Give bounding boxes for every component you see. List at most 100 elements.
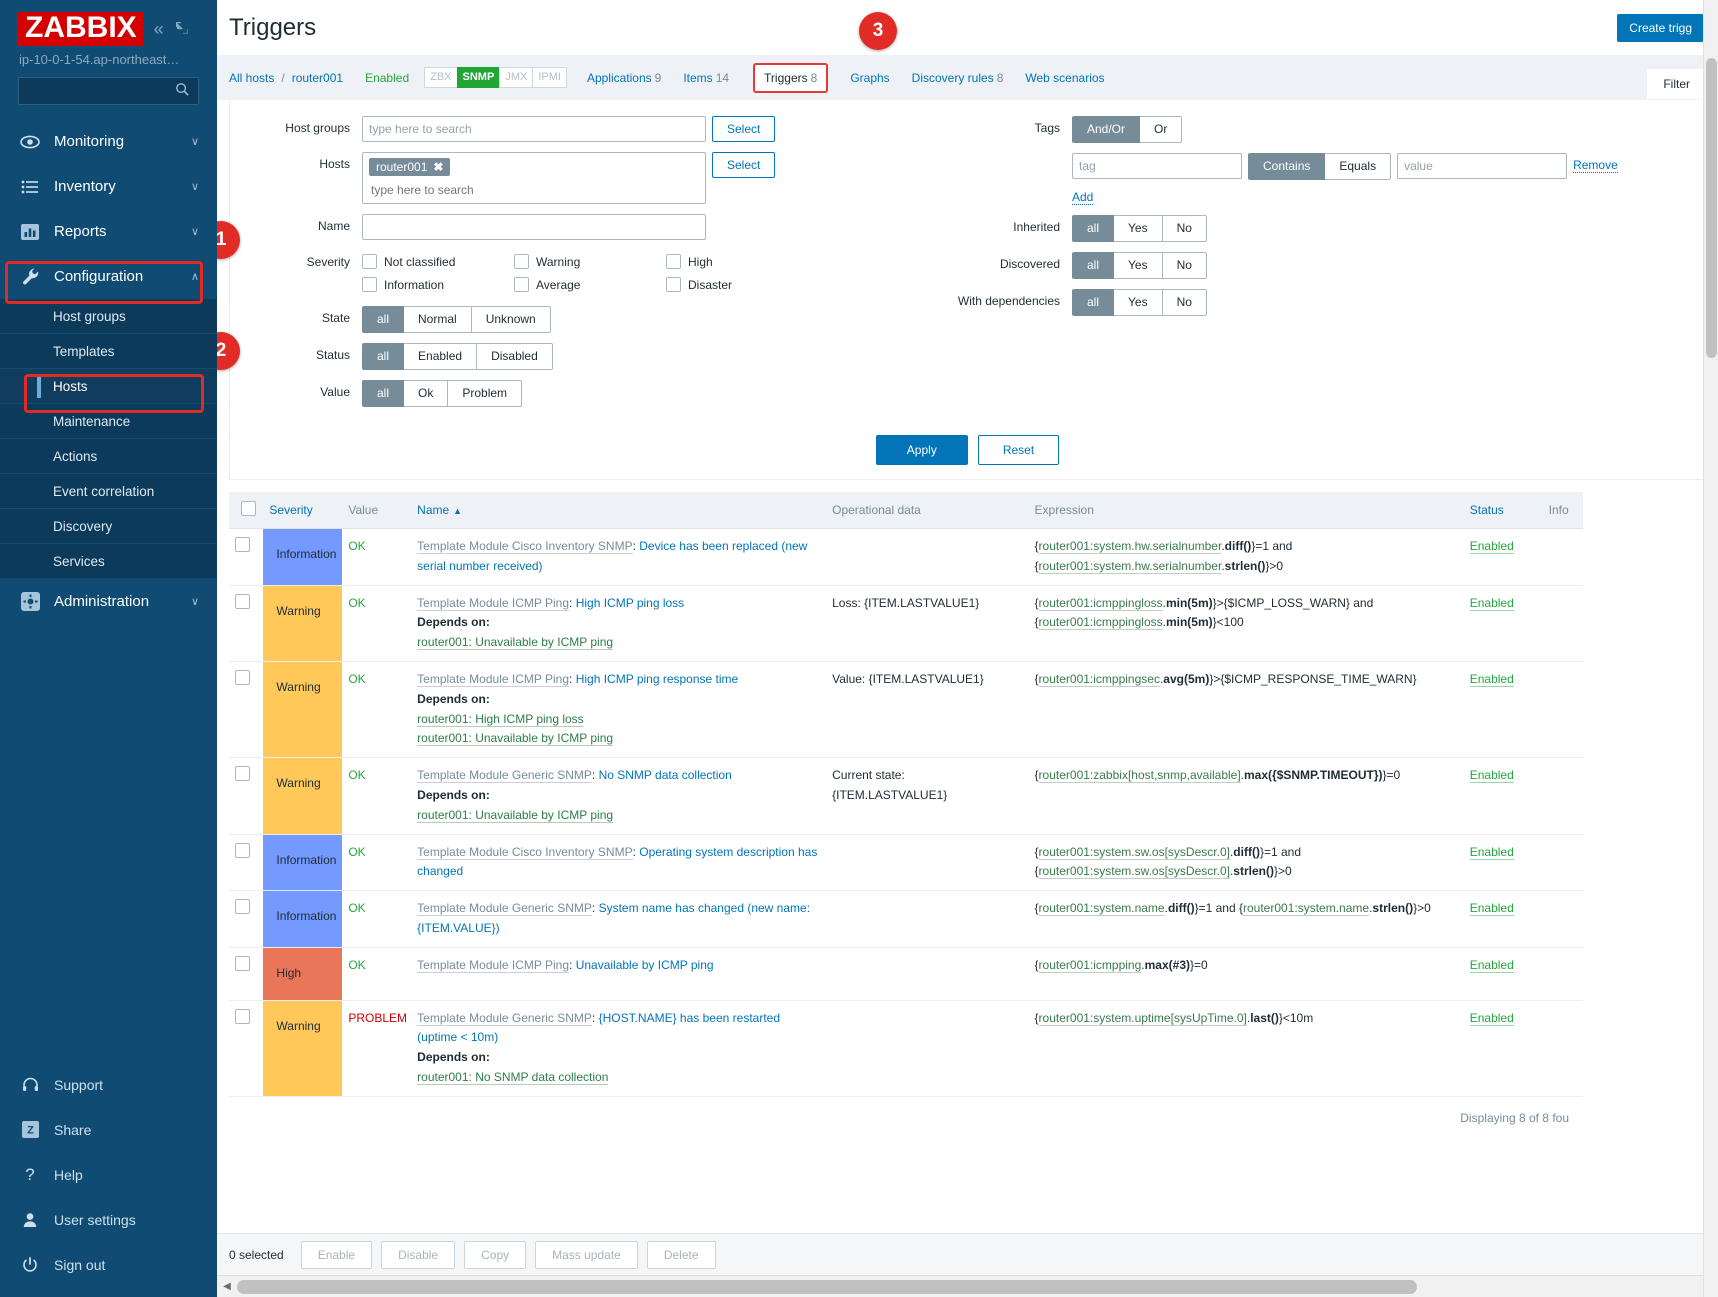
- checkbox[interactable]: [362, 277, 377, 292]
- value-option-problem[interactable]: Problem: [448, 380, 523, 407]
- tag-operator-equals[interactable]: Equals: [1325, 153, 1392, 180]
- status-link[interactable]: Enabled: [1469, 901, 1514, 917]
- horizontal-scrollbar[interactable]: ◀ ▶: [217, 1275, 1718, 1297]
- search-input[interactable]: [18, 77, 199, 105]
- close-icon[interactable]: ✖: [433, 160, 443, 174]
- delete-button[interactable]: Delete: [646, 1240, 716, 1269]
- expression-item-link[interactable]: router001:system.hw.serialnumber: [1038, 558, 1222, 574]
- tab-triggers[interactable]: Triggers 8: [753, 62, 829, 93]
- expression-item-link[interactable]: router001:icmppingloss: [1038, 615, 1163, 631]
- tags-option-or[interactable]: Or: [1140, 116, 1183, 143]
- sidebar-item-reports[interactable]: Reports ∨: [0, 209, 217, 254]
- sidebar-item-maintenance[interactable]: Maintenance: [0, 404, 217, 439]
- expression-item-link[interactable]: router001:system.uptime[sysUpTime.0]: [1038, 1010, 1247, 1026]
- tab-graphs[interactable]: Graphs: [850, 71, 889, 85]
- reset-button[interactable]: Reset: [977, 435, 1060, 465]
- sidebar-item-discovery[interactable]: Discovery: [0, 509, 217, 544]
- sidebar-item-hosts[interactable]: Hosts: [0, 369, 217, 404]
- checkbox[interactable]: [666, 254, 681, 269]
- tag-add-link[interactable]: Add: [1072, 190, 1094, 205]
- hosts-select-button[interactable]: Select: [712, 152, 776, 178]
- host-groups-select-button[interactable]: Select: [712, 116, 776, 142]
- expression-item-link[interactable]: router001:system.name: [1038, 901, 1165, 917]
- row-checkbox[interactable]: [235, 766, 250, 782]
- status-link[interactable]: Enabled: [1469, 539, 1514, 554]
- filter-tab[interactable]: Filter: [1647, 68, 1706, 99]
- vertical-scrollbar[interactable]: [1703, 0, 1718, 1297]
- dependency-link[interactable]: router001: No SNMP data collection: [417, 1069, 609, 1085]
- row-checkbox[interactable]: [235, 669, 250, 685]
- row-checkbox[interactable]: [235, 842, 250, 858]
- template-link[interactable]: Template Module Generic SNMP: [417, 1010, 592, 1026]
- tab-items[interactable]: Items 14: [683, 71, 729, 85]
- inherited-option-yes[interactable]: Yes: [1114, 215, 1163, 242]
- severity-disaster[interactable]: Disaster: [666, 273, 818, 296]
- state-option-unknown[interactable]: Unknown: [471, 306, 551, 333]
- severity-warning[interactable]: Warning: [514, 250, 666, 273]
- status-link[interactable]: Enabled: [1469, 768, 1514, 784]
- tab-web-scenarios[interactable]: Web scenarios: [1025, 71, 1104, 85]
- status-link[interactable]: Enabled: [1469, 844, 1514, 860]
- discovered-option-all[interactable]: all: [1072, 252, 1115, 279]
- sidebar-item-support[interactable]: Support: [0, 1062, 217, 1107]
- sidebar-item-share[interactable]: Z Share: [0, 1107, 217, 1152]
- column-severity[interactable]: Severity: [263, 492, 343, 529]
- template-link[interactable]: Template Module ICMP Ping: [417, 671, 570, 687]
- hosts-multiselect[interactable]: router001 ✖: [362, 152, 706, 204]
- mass-update-button[interactable]: Mass update: [535, 1240, 638, 1269]
- column-name[interactable]: Name ▲: [411, 492, 827, 529]
- chevron-double-left-icon[interactable]: «: [154, 20, 164, 38]
- inherited-option-no[interactable]: No: [1162, 215, 1207, 242]
- row-checkbox[interactable]: [235, 593, 250, 609]
- state-option-normal[interactable]: Normal: [404, 306, 472, 333]
- dependencies-option-no[interactable]: No: [1162, 289, 1207, 316]
- dependency-link[interactable]: router001: Unavailable by ICMP ping: [417, 635, 614, 651]
- sidebar-item-services[interactable]: Services: [0, 544, 217, 579]
- tag-value-input[interactable]: [1397, 153, 1568, 179]
- enable-button[interactable]: Enable: [300, 1240, 373, 1269]
- breadcrumb-host[interactable]: router001: [292, 71, 343, 85]
- discovered-option-yes[interactable]: Yes: [1114, 252, 1163, 279]
- sidebar-item-host-groups[interactable]: Host groups: [0, 299, 217, 334]
- sidebar-item-sign-out[interactable]: Sign out: [0, 1242, 217, 1287]
- discovered-option-no[interactable]: No: [1162, 252, 1207, 279]
- breadcrumb-all-hosts[interactable]: All hosts: [229, 71, 274, 85]
- select-all-checkbox[interactable]: [241, 501, 256, 516]
- template-link[interactable]: Template Module ICMP Ping: [417, 957, 570, 973]
- host-chip-router001[interactable]: router001 ✖: [369, 158, 451, 176]
- inherited-option-all[interactable]: all: [1072, 215, 1115, 242]
- row-checkbox[interactable]: [235, 1008, 250, 1024]
- sidebar-item-monitoring[interactable]: Monitoring ∨: [0, 119, 217, 164]
- status-link[interactable]: Enabled: [1469, 671, 1514, 687]
- sidebar-item-templates[interactable]: Templates: [0, 334, 217, 369]
- trigger-name-link[interactable]: Unavailable by ICMP ping: [576, 958, 714, 972]
- hscroll-track[interactable]: [237, 1276, 1698, 1297]
- dependency-link[interactable]: router001: High ICMP ping loss: [417, 711, 584, 727]
- expression-item-link[interactable]: router001:system.sw.os[sysDescr.0]: [1038, 864, 1230, 880]
- expression-item-link[interactable]: router001:system.name: [1243, 901, 1370, 917]
- trigger-name-link[interactable]: No SNMP data collection: [599, 768, 732, 782]
- checkbox[interactable]: [362, 254, 377, 269]
- state-option-all[interactable]: all: [362, 306, 405, 333]
- checkbox[interactable]: [666, 277, 681, 292]
- hscroll-thumb[interactable]: [237, 1279, 1417, 1294]
- checkbox[interactable]: [514, 277, 529, 292]
- template-link[interactable]: Template Module Generic SNMP: [417, 901, 592, 917]
- expression-item-link[interactable]: router001:zabbix[host,snmp,available]: [1038, 768, 1241, 784]
- sidebar-item-actions[interactable]: Actions: [0, 439, 217, 474]
- tags-option-and-or[interactable]: And/Or: [1072, 116, 1141, 143]
- dependency-link[interactable]: router001: Unavailable by ICMP ping: [417, 807, 614, 823]
- apply-button[interactable]: Apply: [875, 435, 968, 465]
- template-link[interactable]: Template Module Cisco Inventory SNMP: [417, 539, 633, 554]
- status-option-disabled[interactable]: Disabled: [477, 343, 553, 370]
- expression-item-link[interactable]: router001:icmppingloss: [1038, 595, 1163, 611]
- copy-button[interactable]: Copy: [464, 1240, 527, 1269]
- tag-remove-link[interactable]: Remove: [1573, 153, 1618, 173]
- severity-information[interactable]: Information: [362, 273, 514, 296]
- dependencies-option-yes[interactable]: Yes: [1114, 289, 1163, 316]
- expression-item-link[interactable]: router001:system.sw.os[sysDescr.0]: [1038, 844, 1230, 860]
- sidebar-item-help[interactable]: ? Help: [0, 1152, 217, 1197]
- expression-item-link[interactable]: router001:icmpping: [1038, 957, 1142, 973]
- scroll-left-arrow[interactable]: ◀: [217, 1281, 237, 1292]
- vscroll-thumb[interactable]: [1706, 58, 1717, 358]
